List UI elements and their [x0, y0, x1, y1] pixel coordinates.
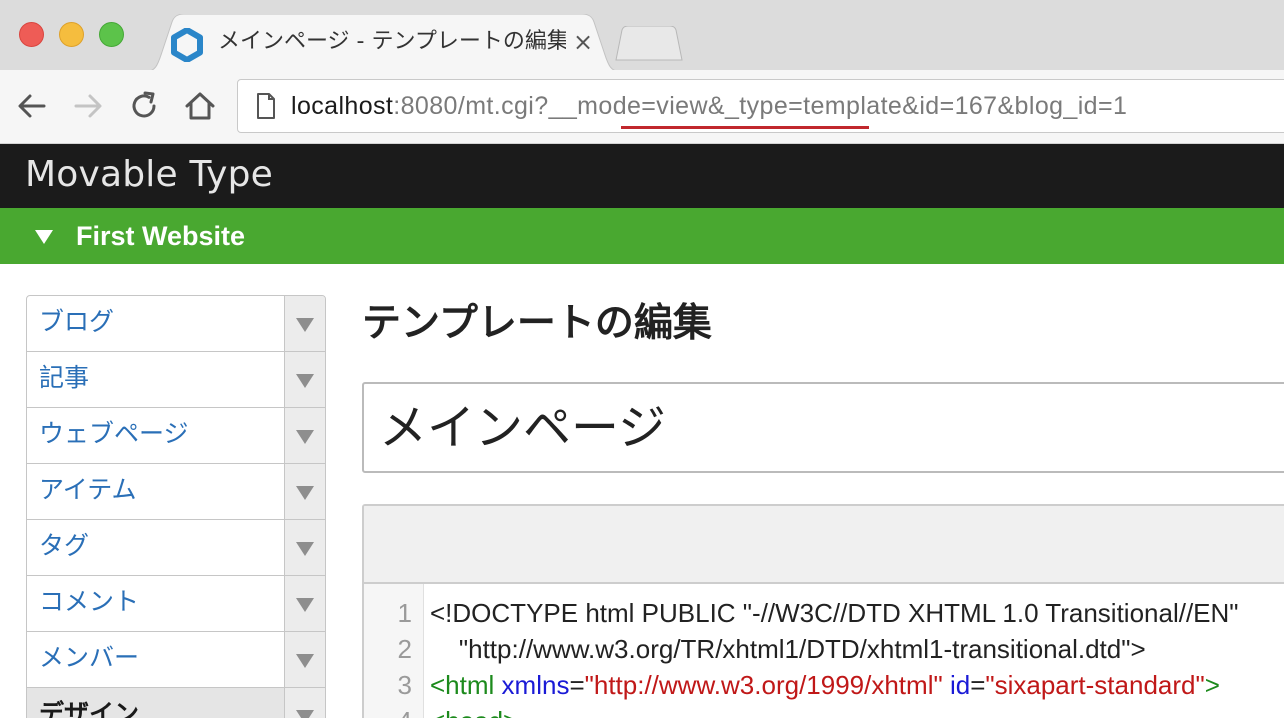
code-token: =	[569, 670, 585, 700]
movable-type-favicon-icon	[171, 28, 203, 62]
sidebar-item-toggle[interactable]	[284, 688, 325, 718]
sidebar-item-label[interactable]: ウェブページ	[39, 416, 189, 452]
back-arrow-icon[interactable]	[14, 88, 50, 124]
caret-down-icon	[296, 598, 314, 612]
sidebar-item-tags[interactable]: タグ	[27, 520, 325, 576]
forward-arrow-icon[interactable]	[70, 88, 106, 124]
url-text[interactable]: localhost:8080/mt.cgi?__mode=view&_type=…	[291, 88, 1127, 124]
caret-down-icon	[296, 486, 314, 500]
browser-tab-active[interactable]: メインページ - テンプレートの編集 ×	[144, 14, 622, 72]
code-token: xmlns	[501, 670, 570, 700]
app-header: Movable Type	[0, 144, 1284, 208]
code-text: <head>	[430, 703, 518, 718]
caret-down-icon	[296, 430, 314, 444]
line-number: 1	[397, 598, 412, 628]
sidebar-item-label[interactable]: メンバー	[39, 640, 139, 676]
sidebar-item-label[interactable]: ブログ	[39, 304, 114, 340]
site-name[interactable]: First Website	[76, 218, 245, 254]
code-token: =	[970, 670, 986, 700]
sidebar-item-toggle[interactable]	[284, 464, 325, 519]
browser-toolbar: localhost:8080/mt.cgi?__mode=view&_type=…	[0, 70, 1284, 144]
sidebar-item-assets[interactable]: アイテム	[27, 464, 325, 520]
sidebar-item-toggle[interactable]	[284, 352, 325, 407]
code-token: >	[1204, 670, 1220, 700]
caret-down-icon[interactable]	[35, 230, 53, 244]
sidebar-item-label[interactable]: デザイン	[39, 696, 139, 718]
sidebar-item-webpages[interactable]: ウェブページ	[27, 408, 325, 464]
sidebar-item-toggle[interactable]	[284, 632, 325, 687]
caret-down-icon	[296, 654, 314, 668]
code-text: "http://www.w3.org/TR/xhtml1/DTD/xhtml1-…	[430, 631, 1146, 667]
home-icon[interactable]	[182, 88, 218, 124]
code-token: id	[949, 670, 971, 700]
code-editor[interactable]: 1 <!DOCTYPE html PUBLIC "-//W3C//DTD XHTM…	[362, 504, 1284, 718]
window-maximize-button[interactable]	[99, 22, 124, 47]
editor-toolbar	[364, 506, 1284, 584]
url-highlight-underline	[621, 126, 869, 129]
caret-down-icon	[296, 374, 314, 388]
line-number: 2	[397, 634, 412, 664]
url-path: :8080/mt.cgi?__mode=view&_type=template&…	[393, 92, 1128, 120]
sidebar-item-toggle[interactable]	[284, 520, 325, 575]
sidebar-item-label[interactable]: アイテム	[39, 472, 137, 508]
window-close-button[interactable]	[19, 22, 44, 47]
sidebar-item-comments[interactable]: コメント	[27, 576, 325, 632]
sidebar-item-toggle[interactable]	[284, 296, 325, 351]
address-bar[interactable]: localhost:8080/mt.cgi?__mode=view&_type=…	[237, 79, 1284, 133]
page-info-icon[interactable]	[256, 93, 276, 119]
sidebar-item-label[interactable]: コメント	[39, 584, 139, 620]
template-name-value[interactable]: メインページ	[379, 398, 666, 458]
code-token: <html	[430, 670, 495, 700]
browser-tab-bar: メインページ - テンプレートの編集 ×	[0, 0, 1284, 72]
page-title: テンプレートの編集	[362, 301, 712, 346]
code-token: <head>	[430, 706, 518, 718]
code-token: "http://www.w3.org/1999/xhtml"	[584, 670, 943, 700]
sidebar-item-toggle[interactable]	[284, 576, 325, 631]
code-text: <!DOCTYPE html PUBLIC "-//W3C//DTD XHTML…	[430, 595, 1239, 631]
new-tab-button[interactable]	[614, 26, 684, 62]
sidebar-item-label[interactable]: 記事	[39, 360, 89, 396]
tab-close-icon[interactable]: ×	[570, 28, 596, 56]
sidebar-item-members[interactable]: メンバー	[27, 632, 325, 688]
line-number: 3	[397, 670, 412, 700]
site-selector-bar[interactable]: First Website	[0, 208, 1284, 264]
sidebar-item-entries[interactable]: 記事	[27, 352, 325, 408]
sidebar-item-blog[interactable]: ブログ	[27, 296, 325, 352]
code-token: "sixapart-standard"	[985, 670, 1205, 700]
code-token: <!DOCTYPE html PUBLIC "-//W3C//DTD XHTML…	[430, 598, 1239, 628]
sidebar-item-toggle[interactable]	[284, 408, 325, 463]
tab-title: メインページ - テンプレートの編集	[218, 29, 566, 54]
code-text: <html xmlns="http://www.w3.org/1999/xhtm…	[430, 667, 1220, 703]
sidebar-item-label[interactable]: タグ	[39, 528, 89, 564]
sidebar-menu: ブログ 記事 ウェブページ アイテム タグ コメント メンバー デザイン	[26, 295, 326, 718]
caret-down-icon	[296, 542, 314, 556]
window-minimize-button[interactable]	[59, 22, 84, 47]
url-host: localhost	[291, 92, 394, 120]
caret-down-icon	[296, 710, 314, 718]
code-token: "http://www.w3.org/TR/xhtml1/DTD/xhtml1-…	[430, 634, 1146, 664]
line-number: 4	[364, 703, 412, 718]
movable-type-logo[interactable]: Movable Type	[25, 154, 273, 196]
caret-down-icon	[296, 318, 314, 332]
sidebar-item-design[interactable]: デザイン	[27, 688, 325, 718]
template-name-input[interactable]: メインページ	[362, 382, 1284, 473]
reload-icon[interactable]	[126, 88, 162, 124]
